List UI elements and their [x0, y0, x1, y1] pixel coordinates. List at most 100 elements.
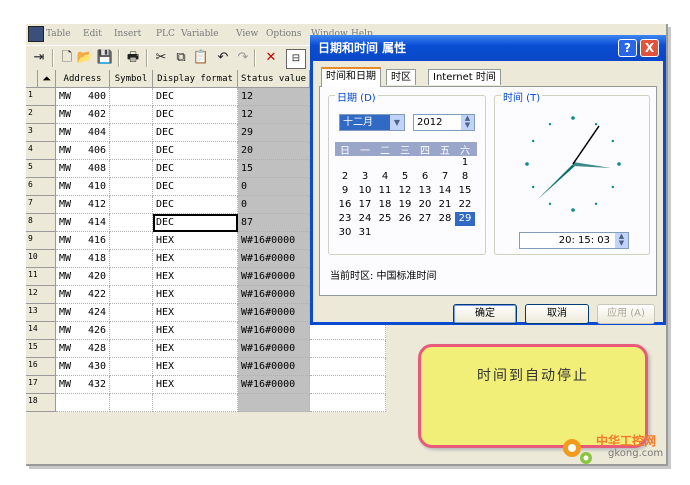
calendar-day[interactable]: 26 — [395, 212, 415, 226]
calendar-day[interactable]: 4 — [375, 170, 395, 184]
cut-icon[interactable]: ✂ — [152, 49, 170, 67]
calendar-day[interactable]: 16 — [335, 198, 355, 212]
monitor-icon[interactable]: ⊟ — [286, 49, 306, 69]
symbol-cell[interactable] — [110, 394, 153, 412]
display-format-cell[interactable] — [153, 394, 238, 412]
status-value-cell[interactable]: 0 — [238, 196, 310, 214]
new-file-icon[interactable]: 🗋 — [58, 49, 76, 67]
copy-icon[interactable]: ⧉ — [172, 49, 190, 67]
menu-variable[interactable]: Variable — [181, 29, 219, 39]
calendar-day[interactable]: 13 — [415, 184, 435, 198]
print-icon[interactable]: 🖶 — [124, 49, 142, 67]
col-header-symbol[interactable]: Symbol — [110, 70, 153, 88]
calendar-day[interactable]: 23 — [335, 212, 355, 226]
save-icon[interactable]: 💾 — [96, 49, 114, 67]
address-cell[interactable]: MW 416 — [56, 232, 110, 250]
modify-value-cell[interactable] — [310, 376, 386, 394]
address-cell[interactable]: MW 420 — [56, 268, 110, 286]
symbol-cell[interactable] — [110, 376, 153, 394]
calendar-day[interactable]: 17 — [355, 198, 375, 212]
calendar-day[interactable]: 31 — [355, 226, 375, 240]
status-value-cell[interactable]: W#16#0000 — [238, 340, 310, 358]
tab-date-time[interactable]: 时间和日期 — [321, 67, 381, 87]
calendar-day[interactable]: 19 — [395, 198, 415, 212]
address-cell[interactable]: MW 422 — [56, 286, 110, 304]
ok-button[interactable]: 确定 — [453, 304, 517, 324]
status-value-cell[interactable]: W#16#0000 — [238, 286, 310, 304]
address-cell[interactable]: MW 432 — [56, 376, 110, 394]
spin-arrows-icon[interactable]: ▲ ▼ — [615, 233, 628, 248]
symbol-cell[interactable] — [110, 88, 153, 106]
symbol-cell[interactable] — [110, 124, 153, 142]
display-format-cell[interactable]: HEX — [153, 376, 238, 394]
display-format-cell[interactable]: DEC — [153, 124, 238, 142]
symbol-cell[interactable] — [110, 232, 153, 250]
status-value-cell[interactable]: 29 — [238, 124, 310, 142]
symbol-cell[interactable] — [110, 196, 153, 214]
calendar-day[interactable]: 1 — [455, 156, 475, 170]
month-select[interactable]: 十二月 ▼ — [339, 114, 405, 131]
modify-value-cell[interactable] — [310, 394, 386, 412]
display-format-cell[interactable]: DEC — [153, 106, 238, 124]
calendar-day[interactable]: 7 — [435, 170, 455, 184]
calendar-day[interactable]: 22 — [455, 198, 475, 212]
address-cell[interactable]: MW 408 — [56, 160, 110, 178]
status-value-cell[interactable]: 12 — [238, 88, 310, 106]
status-value-cell[interactable]: W#16#0000 — [238, 322, 310, 340]
symbol-cell[interactable] — [110, 286, 153, 304]
spin-arrows-icon[interactable]: ▲ ▼ — [461, 115, 474, 130]
display-format-cell[interactable]: HEX — [153, 322, 238, 340]
status-value-cell[interactable]: W#16#0000 — [238, 304, 310, 322]
year-spinner[interactable]: 2012 ▲ ▼ — [413, 114, 475, 131]
address-cell[interactable]: MW 410 — [56, 178, 110, 196]
menu-edit[interactable]: Edit — [83, 29, 102, 39]
display-format-cell[interactable]: DEC — [153, 160, 238, 178]
status-value-cell[interactable]: W#16#0000 — [238, 250, 310, 268]
address-cell[interactable]: MW 426 — [56, 322, 110, 340]
symbol-cell[interactable] — [110, 142, 153, 160]
address-cell[interactable]: MW 424 — [56, 304, 110, 322]
display-format-cell[interactable]: HEX — [153, 232, 238, 250]
menu-options[interactable]: Options — [266, 29, 301, 39]
menu-table[interactable]: Table — [46, 29, 71, 39]
address-cell[interactable]: MW 430 — [56, 358, 110, 376]
menu-insert[interactable]: Insert — [114, 29, 141, 39]
status-value-cell[interactable]: 20 — [238, 142, 310, 160]
display-format-cell[interactable]: DEC — [153, 196, 238, 214]
calendar-day[interactable]: 15 — [455, 184, 475, 198]
paste-icon[interactable]: 📋 — [192, 49, 210, 67]
symbol-cell[interactable] — [110, 340, 153, 358]
menu-plc[interactable]: PLC — [156, 29, 175, 39]
display-format-cell[interactable]: DEC — [153, 88, 238, 106]
symbol-cell[interactable] — [110, 160, 153, 178]
col-header-address[interactable]: Address — [56, 70, 110, 88]
tab-timezone[interactable]: 时区 — [386, 69, 416, 85]
calendar-day[interactable]: 11 — [375, 184, 395, 198]
symbol-cell[interactable] — [110, 178, 153, 196]
calendar-day[interactable]: 9 — [335, 184, 355, 198]
close-button[interactable]: X — [640, 39, 659, 57]
status-value-cell[interactable]: 12 — [238, 106, 310, 124]
col-header-display-format[interactable]: Display format — [153, 70, 238, 88]
calendar-day[interactable]: 14 — [435, 184, 455, 198]
status-value-cell[interactable]: 0 — [238, 178, 310, 196]
calendar-day[interactable]: 28 — [435, 212, 455, 226]
display-format-cell[interactable]: HEX — [153, 268, 238, 286]
status-value-cell[interactable]: W#16#0000 — [238, 232, 310, 250]
display-format-cell[interactable]: DEC — [153, 178, 238, 196]
calendar-day[interactable]: 12 — [395, 184, 415, 198]
cancel-button[interactable]: 取消 — [525, 304, 589, 324]
open-folder-icon[interactable]: 📂 — [76, 49, 94, 67]
status-value-cell[interactable]: W#16#0000 — [238, 376, 310, 394]
calendar-day[interactable]: 2 — [335, 170, 355, 184]
status-value-cell[interactable]: W#16#0000 — [238, 268, 310, 286]
address-cell[interactable]: MW 404 — [56, 124, 110, 142]
calendar-day[interactable]: 25 — [375, 212, 395, 226]
address-cell[interactable]: MW 412 — [56, 196, 110, 214]
symbol-cell[interactable] — [110, 214, 153, 232]
display-format-cell[interactable]: HEX — [153, 304, 238, 322]
time-field[interactable]: 20: 15: 03 ▲ ▼ — [519, 232, 629, 249]
undo-icon[interactable]: ↶ — [214, 49, 232, 67]
address-cell[interactable]: MW 418 — [56, 250, 110, 268]
pin-icon[interactable]: ⇥ — [30, 49, 48, 67]
